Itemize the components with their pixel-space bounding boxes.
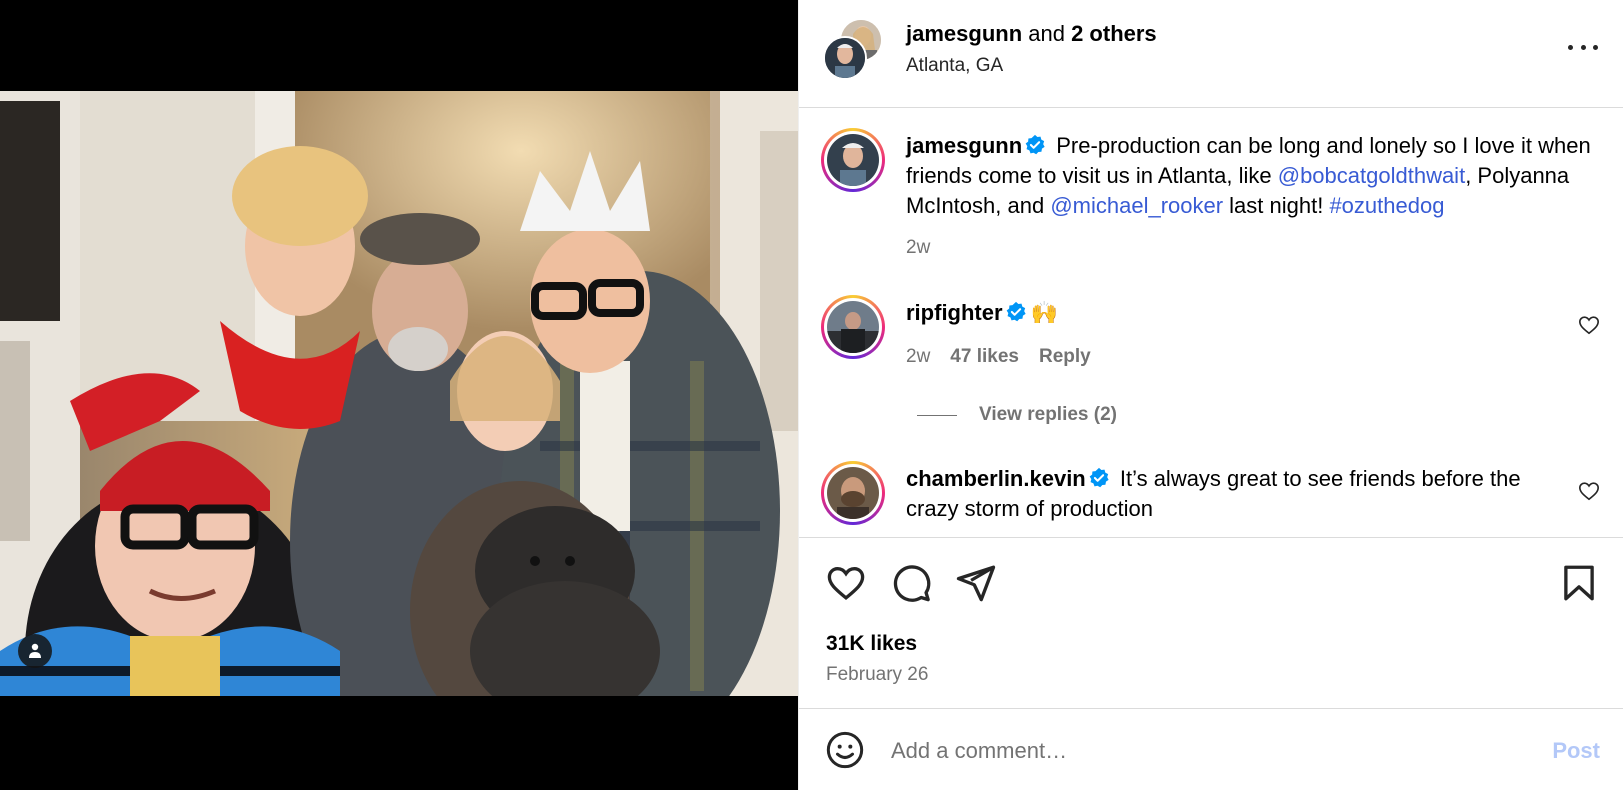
comment-like-heart-icon[interactable] (1578, 480, 1600, 502)
view-replies-label: View replies (2) (979, 404, 1117, 425)
reply-button[interactable]: Reply (1039, 346, 1091, 368)
mention-michael-rooker[interactable]: @michael_rooker (1050, 193, 1223, 218)
comment-age[interactable]: 2w (906, 346, 930, 368)
comment-body: 🙌 (1030, 300, 1058, 325)
comment-avatar[interactable] (821, 461, 885, 525)
replies-divider (917, 414, 957, 416)
caption-age[interactable]: 2w (906, 237, 930, 259)
post-actions: 31K likes February 26 (799, 537, 1623, 709)
caption-text: jamesgunn Pre-production can be long and… (906, 131, 1596, 221)
post-media (0, 0, 798, 790)
hashtag-ozuthedog[interactable]: #ozuthedog (1329, 193, 1444, 218)
author-username[interactable]: jamesgunn (906, 21, 1022, 46)
share-paper-plane-icon[interactable] (955, 562, 997, 604)
caption-username[interactable]: jamesgunn (906, 133, 1022, 158)
jamesgunn-avatar[interactable] (823, 36, 867, 80)
comment-text: ripfighter 🙌 (906, 298, 1546, 328)
post-header: jamesgunn and 2 others Atlanta, GA (799, 0, 1623, 108)
mention-bobcatgoldthwait[interactable]: @bobcatgoldthwait (1278, 163, 1465, 188)
more-dot-icon (1580, 44, 1586, 50)
post-location[interactable]: Atlanta, GA (906, 55, 1003, 77)
comment-username[interactable]: chamberlin.kevin (906, 466, 1086, 491)
more-options-button[interactable] (1568, 36, 1598, 58)
group-photo-illustration (0, 91, 798, 696)
save-bookmark-icon[interactable] (1558, 562, 1600, 604)
caption-meta: 2w (906, 237, 930, 259)
comments-list[interactable]: jamesgunn Pre-production can be long and… (799, 109, 1623, 537)
verified-badge-icon (1006, 301, 1026, 322)
and-text: and (1022, 21, 1072, 46)
collab-avatars[interactable] (823, 20, 883, 80)
add-comment-input[interactable] (891, 732, 1511, 770)
comment-like-heart-icon[interactable] (1578, 314, 1600, 336)
comment-text: chamberlin.kevin It’s always great to se… (906, 464, 1546, 524)
more-dot-icon (1593, 44, 1598, 50)
post-date[interactable]: February 26 (826, 664, 928, 686)
caption-body-3: last night! (1223, 193, 1330, 218)
more-dot-icon (1568, 44, 1573, 50)
post-details-panel: jamesgunn and 2 others Atlanta, GA james… (798, 0, 1623, 790)
post-authors: jamesgunn and 2 others (906, 21, 1157, 47)
comment-likes[interactable]: 47 likes (950, 346, 1019, 368)
comment-meta: 2w 47 likes Reply (906, 346, 1091, 368)
post-comment-button[interactable]: Post (1552, 738, 1600, 764)
comment-avatar[interactable] (821, 295, 885, 359)
like-heart-icon[interactable] (825, 562, 867, 604)
comment-username[interactable]: ripfighter (906, 300, 1003, 325)
post-likes-count[interactable]: 31K likes (826, 632, 917, 656)
verified-badge-icon (1089, 467, 1109, 488)
person-icon (29, 643, 41, 658)
caption-avatar[interactable] (821, 128, 885, 192)
post-photo[interactable] (0, 91, 798, 696)
others-link[interactable]: 2 others (1071, 21, 1157, 46)
view-replies-button[interactable]: View replies (2) (917, 404, 1117, 426)
verified-badge-icon (1025, 134, 1045, 155)
tagged-people-button[interactable] (18, 634, 52, 668)
emoji-smiley-icon[interactable] (825, 730, 865, 770)
comment-composer: Post (799, 710, 1623, 790)
comment-bubble-icon[interactable] (890, 562, 932, 604)
